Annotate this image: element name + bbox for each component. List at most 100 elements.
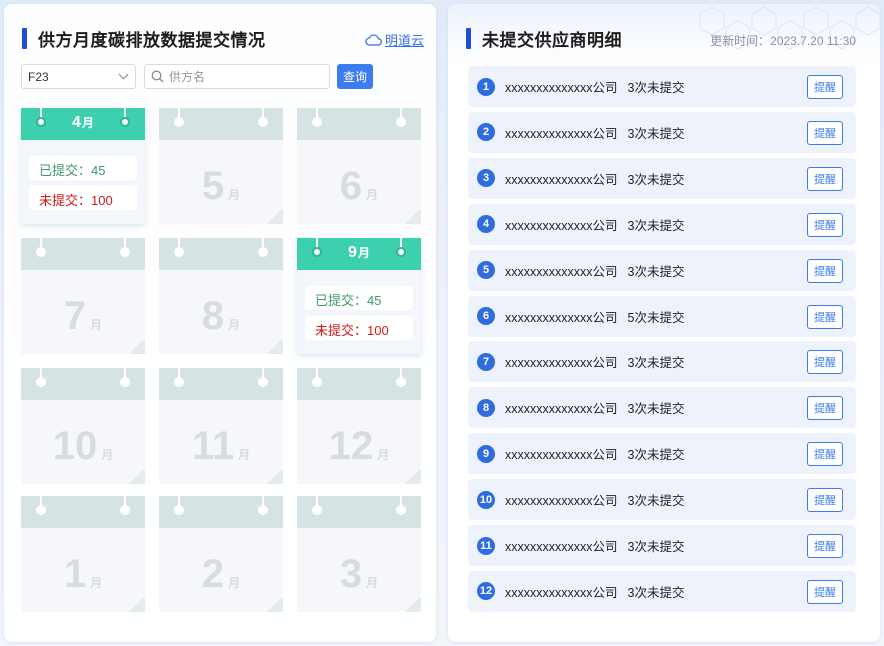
month-label: 6月 — [297, 164, 421, 209]
title-accent-bar — [466, 28, 471, 49]
calendar-ring-icon — [312, 492, 322, 516]
remind-button[interactable]: 提醒 — [807, 396, 843, 421]
calendar-ring-icon — [36, 364, 46, 388]
panel-title: 未提交供应商明细 — [466, 26, 622, 51]
month-number: 3 — [339, 552, 363, 596]
panel-title: 供方月度碳排放数据提交情况 — [22, 26, 266, 51]
month-card-3[interactable]: 3月 — [297, 492, 421, 612]
remind-button[interactable]: 提醒 — [807, 212, 843, 237]
month-card-4[interactable]: 4月 已提交：45 未提交：100 — [21, 104, 145, 224]
page-fold-decoration — [265, 340, 283, 354]
page-fold-decoration — [403, 470, 421, 484]
supplier-search-input[interactable] — [169, 69, 319, 84]
remind-button[interactable]: 提醒 — [807, 75, 843, 99]
month-card-2[interactable]: 2月 — [159, 492, 283, 612]
month-suffix: 月 — [228, 318, 241, 332]
unsubmitted-suppliers-panel: 未提交供应商明细 更新时间：2023.7.20 11:30 1 xxxxxxxxx… — [448, 4, 880, 642]
row-index-badge: 3 — [477, 169, 495, 188]
cloud-icon — [365, 33, 382, 46]
mingdao-cloud-link[interactable]: 明道云 — [365, 30, 424, 49]
calendar-ring-icon — [396, 364, 406, 388]
supplier-row: 1 xxxxxxxxxxxxxx公司 3次未提交 提醒 — [468, 66, 856, 107]
unsubmitted-times: 3次未提交 — [627, 448, 685, 463]
month-card-12[interactable]: 12 月 — [297, 364, 421, 484]
month-card-9[interactable]: 9月 已提交：45 未提交：100 — [297, 234, 421, 354]
unsubmitted-times: 3次未提交 — [627, 172, 685, 187]
month-number: 6 — [339, 164, 363, 208]
supplier-row: 5 xxxxxxxxxxxxxx公司 3次未提交 提醒 — [468, 249, 856, 291]
month-number: 12 — [328, 424, 374, 468]
month-suffix: 月 — [228, 576, 241, 590]
unsubmitted-times: 3次未提交 — [627, 264, 685, 279]
month-suffix: 月 — [90, 318, 103, 332]
query-button[interactable]: 查询 — [337, 64, 373, 89]
row-index-badge: 7 — [477, 352, 495, 371]
month-card-6[interactable]: 6月 — [297, 104, 421, 224]
page-fold-decoration — [403, 598, 421, 612]
row-index-badge: 9 — [477, 444, 495, 463]
remind-button[interactable]: 提醒 — [807, 534, 843, 558]
remind-button[interactable]: 提醒 — [807, 258, 843, 283]
calendar-ring-icon — [258, 104, 268, 128]
unsubmitted-times: 3次未提交 — [627, 494, 685, 509]
page-fold-decoration — [265, 598, 283, 612]
supplier-name: xxxxxxxxxxxxxx公司 — [505, 448, 618, 463]
month-suffix: 月 — [238, 448, 251, 462]
supplier-name: xxxxxxxxxxxxxx公司 — [505, 356, 618, 371]
month-card-8[interactable]: 8月 — [159, 234, 283, 354]
supplier-row: 10 xxxxxxxxxxxxxx公司 3次未提交 提醒 — [468, 479, 856, 521]
month-label: 10 月 — [21, 424, 145, 469]
month-suffix: 月 — [377, 448, 390, 462]
calendar-ring-icon — [258, 364, 268, 388]
remind-button[interactable]: 提醒 — [807, 442, 843, 467]
unsubmitted-count: 未提交：100 — [29, 186, 137, 210]
remind-button[interactable]: 提醒 — [807, 350, 843, 375]
month-header-label: 4月 — [21, 114, 145, 132]
remind-button[interactable]: 提醒 — [807, 488, 843, 513]
month-card-5[interactable]: 5月 — [159, 104, 283, 224]
supplier-row: 2 xxxxxxxxxxxxxx公司 3次未提交 提醒 — [468, 111, 856, 153]
calendar-ring-icon — [36, 492, 46, 516]
month-suffix: 月 — [90, 576, 103, 590]
calendar-ring-icon — [396, 492, 406, 516]
unsubmitted-times: 3次未提交 — [627, 126, 685, 141]
month-card-11[interactable]: 11 月 — [159, 364, 283, 484]
calendar-ring-icon — [36, 234, 46, 258]
unsubmitted-times: 3次未提交 — [627, 540, 685, 554]
month-card-7[interactable]: 7月 — [21, 234, 145, 354]
factory-select[interactable]: F23 — [21, 64, 136, 89]
remind-button[interactable]: 提醒 — [807, 166, 843, 191]
supplier-search[interactable] — [144, 64, 330, 89]
month-number: 9 — [348, 244, 357, 261]
row-index-badge: 11 — [477, 536, 495, 555]
month-number: 5 — [201, 164, 225, 208]
calendar-ring-icon — [120, 492, 130, 516]
calendar-ring-icon — [174, 492, 184, 516]
unsubmitted-times: 3次未提交 — [627, 585, 685, 600]
unsubmitted-times: 3次未提交 — [627, 356, 685, 371]
month-label: 3月 — [297, 552, 421, 597]
cloud-link-label: 明道云 — [384, 33, 424, 48]
calendar-ring-icon — [174, 234, 184, 258]
unsubmitted-times: 3次未提交 — [627, 402, 685, 417]
unsubmitted-count: 未提交：100 — [305, 316, 413, 340]
remind-button[interactable]: 提醒 — [807, 304, 843, 329]
page-fold-decoration — [265, 210, 283, 224]
supplier-row: 7 xxxxxxxxxxxxxx公司 3次未提交 提醒 — [468, 341, 856, 383]
supplier-name: xxxxxxxxxxxxxx公司 — [505, 264, 618, 279]
month-label: 2月 — [159, 552, 283, 597]
unsubmitted-times: 3次未提交 — [627, 81, 685, 95]
supplier-name: xxxxxxxxxxxxxx公司 — [505, 402, 618, 417]
panel-title-text: 未提交供应商明细 — [482, 31, 622, 50]
month-label: 8月 — [159, 294, 283, 339]
calendar-ring-icon — [174, 364, 184, 388]
month-card-10[interactable]: 10 月 — [21, 364, 145, 484]
unsubmitted-times: 3次未提交 — [627, 218, 685, 233]
remind-button[interactable]: 提醒 — [807, 120, 843, 145]
month-number: 4 — [72, 114, 81, 131]
supplier-row: 3 xxxxxxxxxxxxxx公司 3次未提交 提醒 — [468, 157, 856, 199]
page-fold-decoration — [127, 470, 145, 484]
month-number: 7 — [63, 294, 87, 338]
month-card-1[interactable]: 1月 — [21, 492, 145, 612]
remind-button[interactable]: 提醒 — [807, 579, 843, 604]
